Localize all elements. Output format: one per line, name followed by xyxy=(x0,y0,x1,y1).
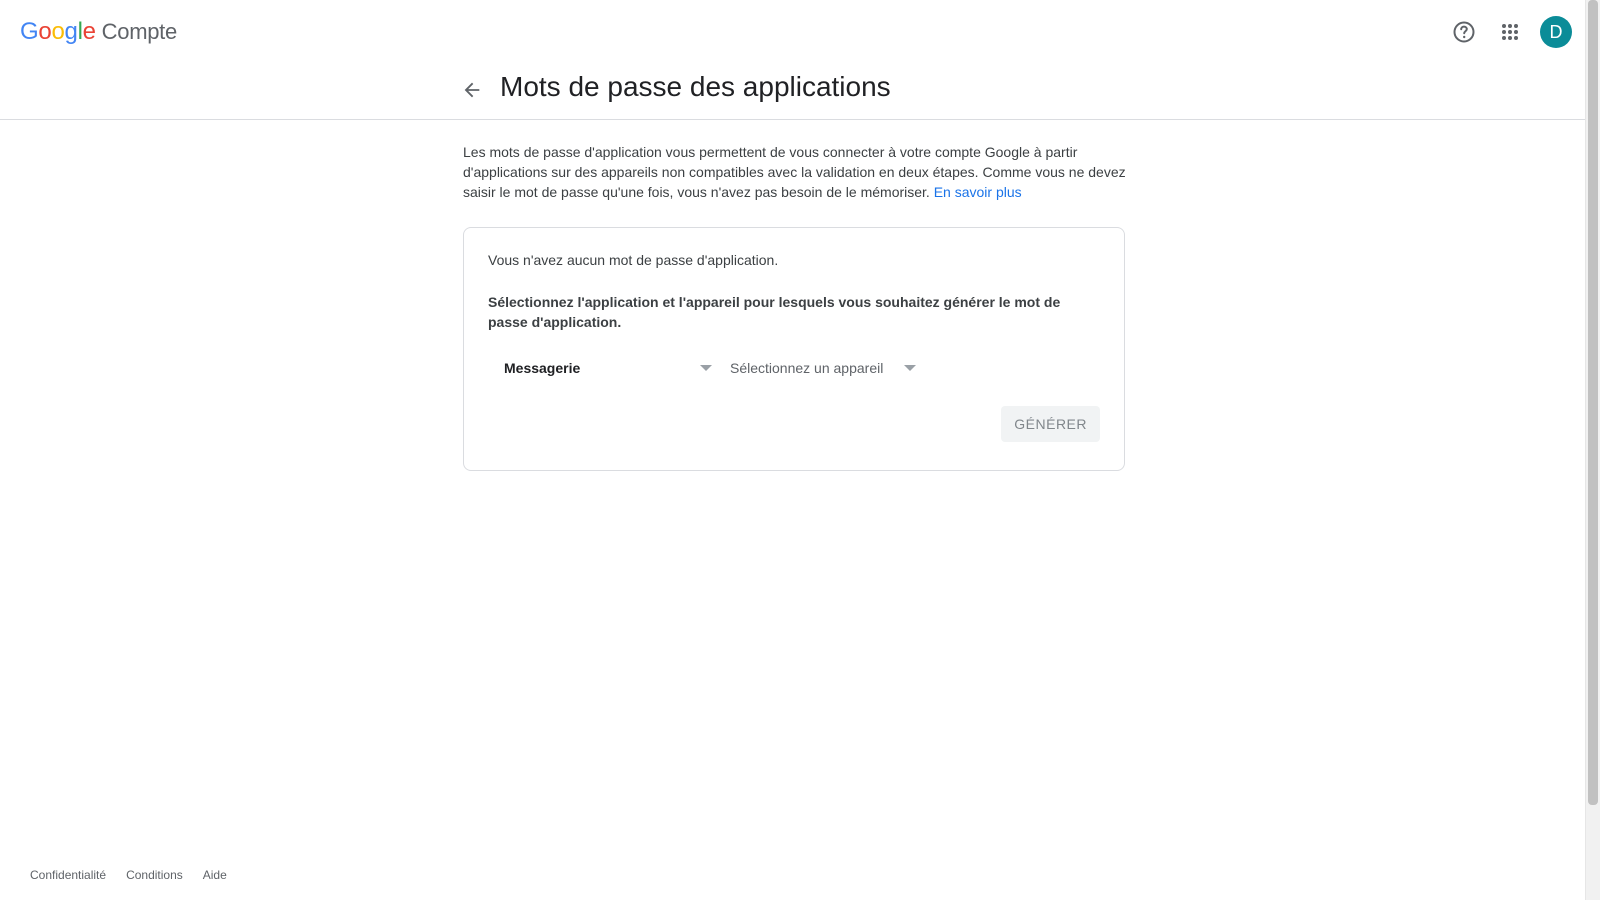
app-passwords-card: Vous n'avez aucun mot de passe d'applica… xyxy=(463,227,1125,471)
instructions-text: Sélectionnez l'application et l'appareil… xyxy=(488,294,1061,330)
apps-grid-icon xyxy=(1502,24,1518,40)
app-select-value: Messagerie xyxy=(504,360,581,376)
card-actions: GÉNÉRER xyxy=(488,406,1100,442)
top-bar: G o o g l e Compte D xyxy=(0,0,1586,64)
help-button[interactable] xyxy=(1444,12,1484,52)
top-icons: D xyxy=(1438,12,1574,52)
google-account-logo[interactable]: G o o g l e Compte xyxy=(20,18,177,48)
device-select[interactable]: Sélectionnez un appareil xyxy=(730,350,918,386)
main-content: Les mots de passe d'application vous per… xyxy=(463,142,1127,471)
logo-letter: e xyxy=(82,18,96,45)
arrow-back-icon xyxy=(464,82,480,98)
learn-more-link[interactable]: En savoir plus xyxy=(934,184,1022,200)
page: G o o g l e Compte D Mots de passe des a… xyxy=(0,0,1600,900)
page-title: Mots de passe des applications xyxy=(500,71,891,102)
description-text: Les mots de passe d'application vous per… xyxy=(463,144,1126,200)
description: Les mots de passe d'application vous per… xyxy=(463,142,1127,202)
page-header: Mots de passe des applications xyxy=(0,64,1586,120)
footer-link-privacy[interactable]: Confidentialité xyxy=(30,868,106,882)
apps-button[interactable] xyxy=(1490,12,1530,52)
footer: Confidentialité Conditions Aide xyxy=(30,868,247,882)
empty-state-text: Vous n'avez aucun mot de passe d'applica… xyxy=(488,252,779,268)
avatar[interactable]: D xyxy=(1540,16,1572,48)
device-select-placeholder: Sélectionnez un appareil xyxy=(730,360,884,376)
footer-link-help[interactable]: Aide xyxy=(203,868,227,882)
app-select[interactable]: Messagerie xyxy=(488,350,714,386)
logo-letter: G xyxy=(20,18,39,45)
logo-letter: g xyxy=(64,18,78,45)
chevron-down-icon xyxy=(700,365,712,371)
chevron-down-icon xyxy=(904,365,916,371)
scrollbar[interactable] xyxy=(1585,0,1600,900)
scrollbar-thumb[interactable] xyxy=(1588,0,1598,805)
product-name: Compte xyxy=(101,19,178,44)
logo-letter: o xyxy=(51,18,65,45)
back-button[interactable] xyxy=(456,74,488,106)
help-icon xyxy=(1453,21,1475,43)
generate-button[interactable]: GÉNÉRER xyxy=(1001,406,1100,442)
logo-letter: o xyxy=(38,18,52,45)
footer-link-terms[interactable]: Conditions xyxy=(126,868,183,882)
selects-row: Messagerie Sélectionnez un appareil xyxy=(488,346,1100,390)
